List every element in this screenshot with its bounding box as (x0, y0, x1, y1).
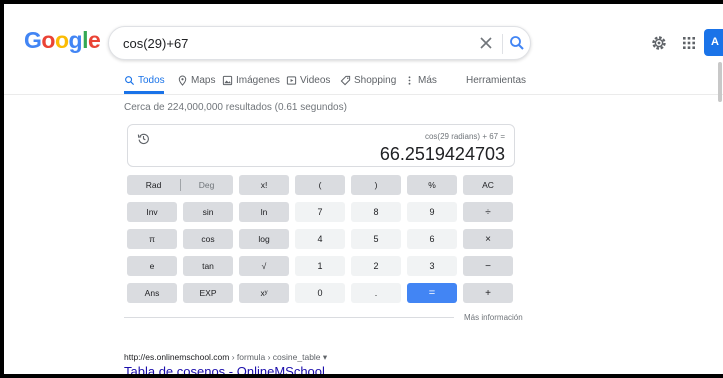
calculator-expression: cos(29 radians) + 67 = (424, 132, 505, 141)
e-key[interactable]: e (127, 256, 177, 276)
tabs-divider (4, 94, 723, 95)
digit-0-key[interactable]: 0 (295, 283, 345, 303)
digit-9-key[interactable]: 9 (407, 202, 457, 222)
search-icon[interactable] (507, 33, 527, 53)
ln-key[interactable]: ln (239, 202, 289, 222)
digit-7-key[interactable]: 7 (295, 202, 345, 222)
more-info-divider (124, 317, 454, 318)
ans-key[interactable]: Ans (127, 283, 177, 303)
logo-letter: g (68, 27, 83, 53)
logo-letter: G (24, 27, 42, 53)
scrollbar-thumb[interactable] (718, 62, 722, 102)
digit-1-key[interactable]: 1 (295, 256, 345, 276)
gear-icon[interactable] (650, 34, 668, 52)
digit-8-key[interactable]: 8 (351, 202, 401, 222)
decimal-key[interactable]: . (351, 283, 401, 303)
tab-maps[interactable]: Maps (177, 75, 215, 86)
deg-button[interactable]: Deg (180, 175, 233, 195)
digit-5-key[interactable]: 5 (351, 229, 401, 249)
rad-button[interactable]: Rad (127, 175, 180, 195)
inv-key[interactable]: Inv (127, 202, 177, 222)
percent-key[interactable]: % (407, 175, 457, 195)
tab-herramientas[interactable]: Herramientas (466, 75, 526, 86)
angle-mode-toggle[interactable]: Rad Deg (127, 175, 233, 195)
factorial-key[interactable]: x! (239, 175, 289, 195)
add-key[interactable]: + (463, 283, 513, 303)
divide-key[interactable]: ÷ (463, 202, 513, 222)
more-info-link[interactable]: Más información (464, 313, 523, 322)
digit-4-key[interactable]: 4 (295, 229, 345, 249)
chevron-down-icon[interactable]: ▾ (323, 352, 327, 362)
apps-grid-icon[interactable] (681, 35, 697, 51)
tab-mas[interactable]: Más (404, 75, 437, 86)
search-icon (125, 76, 135, 86)
tab-label: Todos (138, 75, 165, 86)
open-paren-key[interactable]: ( (295, 175, 345, 195)
calculator-keypad: Rad Deg x! ( ) % AC Inv sin ln 7 8 9 ÷ π… (127, 175, 517, 303)
tag-icon (340, 75, 351, 86)
tab-label: Shopping (354, 75, 397, 86)
result-url-path: › formula › cosine_table (229, 352, 321, 362)
result-title-link[interactable]: Tabla de cosenos - OnlineMSchool (124, 364, 325, 374)
sin-key[interactable]: sin (183, 202, 233, 222)
search-divider (502, 34, 503, 54)
log-key[interactable]: log (239, 229, 289, 249)
logo-letter: o (41, 27, 55, 53)
power-key[interactable]: xʸ (239, 283, 289, 303)
logo-letter: o (54, 27, 69, 53)
sign-in-button[interactable]: A (704, 29, 723, 56)
digit-6-key[interactable]: 6 (407, 229, 457, 249)
result-url-domain: http://es.onlinemschool.com (124, 352, 230, 362)
exp-key[interactable]: EXP (183, 283, 233, 303)
multiply-key[interactable]: × (463, 229, 513, 249)
more-vert-icon (408, 76, 411, 85)
tab-label: Maps (191, 75, 216, 86)
digit-2-key[interactable]: 2 (351, 256, 401, 276)
all-clear-key[interactable]: AC (463, 175, 513, 195)
sqrt-key[interactable]: √ (239, 256, 289, 276)
tab-label: Herramientas (466, 75, 527, 86)
result-url[interactable]: http://es.onlinemschool.com › formula › … (124, 352, 327, 363)
logo-letter: e (87, 27, 101, 53)
tab-videos[interactable]: Videos (286, 75, 330, 86)
tan-key[interactable]: tan (183, 256, 233, 276)
calculator-display: cos(29 radians) + 67 = 66.2519424703 (127, 124, 515, 167)
search-box[interactable]: cos(29)+67 (108, 26, 531, 60)
tab-label: Videos (300, 75, 331, 86)
clear-icon[interactable] (476, 33, 496, 53)
image-icon (222, 75, 233, 86)
close-paren-key[interactable]: ) (351, 175, 401, 195)
tab-todos[interactable]: Todos (124, 75, 165, 86)
map-pin-icon (178, 75, 187, 86)
tab-label: Imágenes (236, 75, 280, 86)
browser-page: Google cos(29)+67 A Todos Maps Imágenes … (4, 4, 723, 374)
result-stats: Cerca de 224,000,000 resultados (0.61 se… (124, 102, 347, 113)
tab-label: Más (418, 75, 437, 86)
history-icon[interactable] (137, 132, 150, 145)
search-input[interactable]: cos(29)+67 (123, 36, 188, 51)
cos-key[interactable]: cos (183, 229, 233, 249)
subtract-key[interactable]: − (463, 256, 513, 276)
tab-shopping[interactable]: Shopping (340, 75, 396, 86)
video-icon (286, 76, 297, 85)
google-logo[interactable]: Google (24, 27, 101, 54)
equals-key[interactable]: = (407, 283, 457, 303)
digit-3-key[interactable]: 3 (407, 256, 457, 276)
pi-key[interactable]: π (127, 229, 177, 249)
calculator-result: 66.2519424703 (379, 144, 505, 164)
tab-imagenes[interactable]: Imágenes (222, 75, 280, 86)
